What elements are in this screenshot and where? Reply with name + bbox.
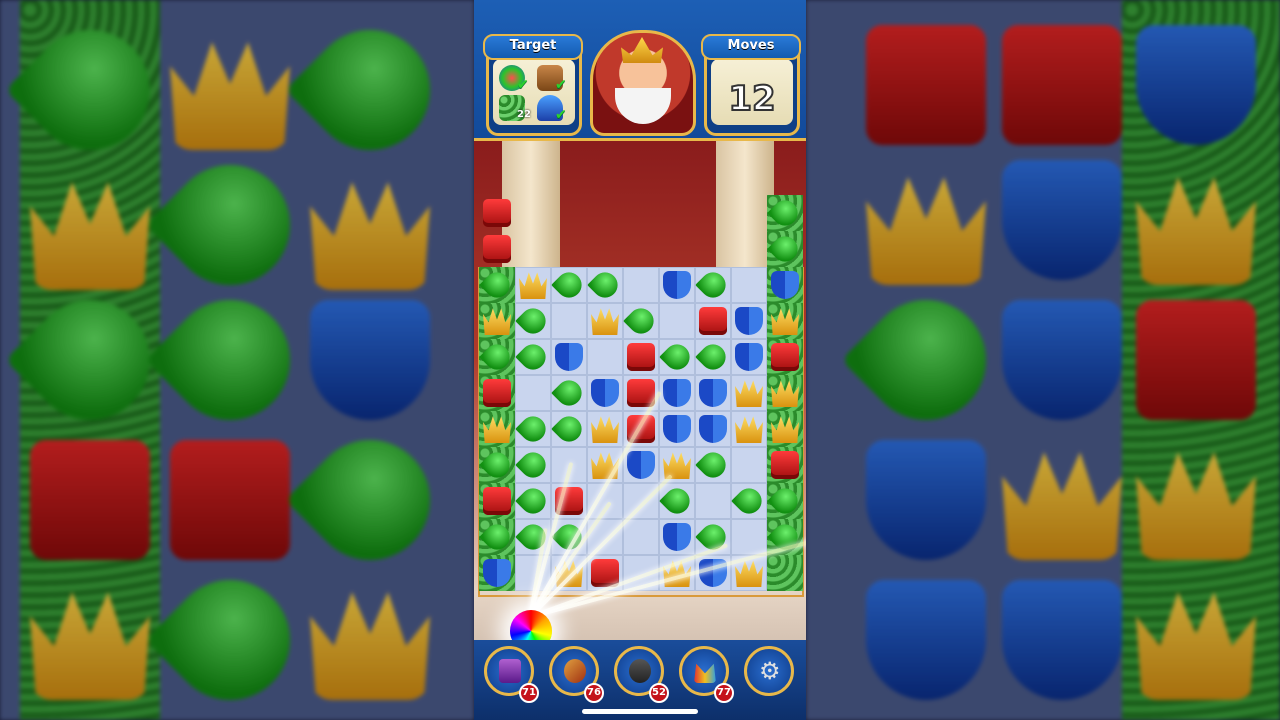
settings-gear-icon: ⚙ — [759, 657, 781, 685]
bg-leaf-gem — [145, 140, 315, 310]
bg-block-gem — [30, 440, 150, 560]
jester-hat-booster-button[interactable]: 77 — [679, 646, 734, 703]
bg-shield-gem — [310, 300, 430, 420]
crown-icon — [621, 37, 663, 63]
blue-shield-gem[interactable] — [663, 379, 691, 407]
blue-shield-gem[interactable] — [627, 451, 655, 479]
blue-shield-gem[interactable] — [591, 379, 619, 407]
bg-block-gem — [1136, 300, 1256, 420]
bg-crown-gem — [1002, 452, 1122, 560]
board-cell[interactable] — [623, 267, 659, 303]
bg-leaf-gem — [841, 275, 1011, 445]
bg-block-gem — [866, 25, 986, 145]
king-beard — [615, 88, 671, 124]
blue-shield-gem[interactable] — [663, 415, 691, 443]
bg-shield-gem — [866, 580, 986, 700]
king-avatar — [590, 30, 696, 136]
blue-shield-gem[interactable] — [483, 559, 511, 587]
red-block-gem[interactable] — [627, 343, 655, 371]
game-screen: ✔ ✔ 22 ✔ Target 12 Moves 71 76 52 77 ⚙ — [474, 0, 806, 720]
bg-shield-gem — [1136, 25, 1256, 145]
board-cell[interactable] — [551, 303, 587, 339]
blue-shield-gem[interactable] — [663, 271, 691, 299]
check-icon: ✔ — [517, 77, 529, 93]
check-icon: ✔ — [555, 107, 567, 123]
board-cell[interactable] — [731, 519, 767, 555]
castle-hall — [474, 141, 806, 681]
bg-block-gem — [1002, 25, 1122, 145]
bg-leaf-gem — [285, 5, 455, 175]
hammer-booster-icon — [499, 659, 521, 683]
bow-arrow-booster-button[interactable]: 76 — [549, 646, 604, 703]
bg-leaf-gem — [285, 415, 455, 585]
board-cell[interactable] — [695, 483, 731, 519]
red-block-gem[interactable] — [483, 235, 511, 263]
blue-shield-gem[interactable] — [771, 271, 799, 299]
red-block-gem[interactable] — [483, 379, 511, 407]
hammer-booster-button[interactable]: 71 — [484, 646, 539, 703]
bg-crown-gem — [866, 177, 986, 285]
bg-shield-gem — [866, 440, 986, 560]
bow-arrow-booster-count: 76 — [584, 683, 604, 703]
bg-crown-gem — [310, 182, 430, 290]
hud-top-bar: ✔ ✔ 22 ✔ Target 12 Moves — [474, 0, 806, 141]
jester-hat-booster-count: 77 — [714, 683, 734, 703]
target-label: Target — [483, 34, 583, 60]
blue-shield-gem[interactable] — [735, 307, 763, 335]
board-cell[interactable] — [623, 519, 659, 555]
red-block-gem[interactable] — [771, 343, 799, 371]
blue-shield-gem[interactable] — [555, 343, 583, 371]
background-right — [806, 0, 1280, 720]
grass-target-count: 22 — [517, 109, 531, 120]
bg-leaf-gem — [145, 555, 315, 720]
blue-shield-gem[interactable] — [735, 343, 763, 371]
blue-shield-gem[interactable] — [663, 523, 691, 551]
red-block-gem[interactable] — [771, 451, 799, 479]
moves-count: 12 — [727, 78, 776, 120]
board-cell[interactable] — [515, 375, 551, 411]
hammer-booster-count: 71 — [519, 683, 539, 703]
moves-label: Moves — [701, 34, 801, 60]
bg-shield-gem — [1002, 300, 1122, 420]
board-cell[interactable] — [587, 339, 623, 375]
cannon-booster-icon — [629, 659, 651, 683]
bg-block-gem — [170, 440, 290, 560]
cannon-booster-button[interactable]: 52 — [614, 646, 669, 703]
blue-shield-gem[interactable] — [699, 379, 727, 407]
board-cell[interactable] — [731, 267, 767, 303]
cannon-booster-count: 52 — [649, 683, 669, 703]
red-block-gem[interactable] — [483, 487, 511, 515]
red-block-gem[interactable] — [699, 307, 727, 335]
bg-crown-gem — [170, 42, 290, 150]
board-cell[interactable] — [659, 303, 695, 339]
grass-tile[interactable] — [767, 555, 803, 591]
bg-crown-gem — [310, 592, 430, 700]
bg-leaf-gem — [145, 275, 315, 445]
check-icon: ✔ — [555, 77, 567, 93]
game-board[interactable] — [474, 195, 806, 652]
jester-hat-booster-icon — [694, 663, 716, 683]
home-indicator[interactable] — [582, 709, 698, 714]
board-cell[interactable] — [623, 483, 659, 519]
blue-shield-gem[interactable] — [699, 415, 727, 443]
board-cell[interactable] — [731, 447, 767, 483]
red-block-gem[interactable] — [483, 199, 511, 227]
bow-arrow-booster-icon — [564, 659, 586, 683]
bg-shield-gem — [1002, 580, 1122, 700]
background-left — [0, 0, 474, 720]
bg-shield-gem — [1002, 160, 1122, 280]
moves-box: 12 — [711, 59, 793, 125]
settings-button[interactable]: ⚙ — [744, 646, 794, 696]
target-items: ✔ ✔ 22 ✔ — [493, 59, 575, 125]
